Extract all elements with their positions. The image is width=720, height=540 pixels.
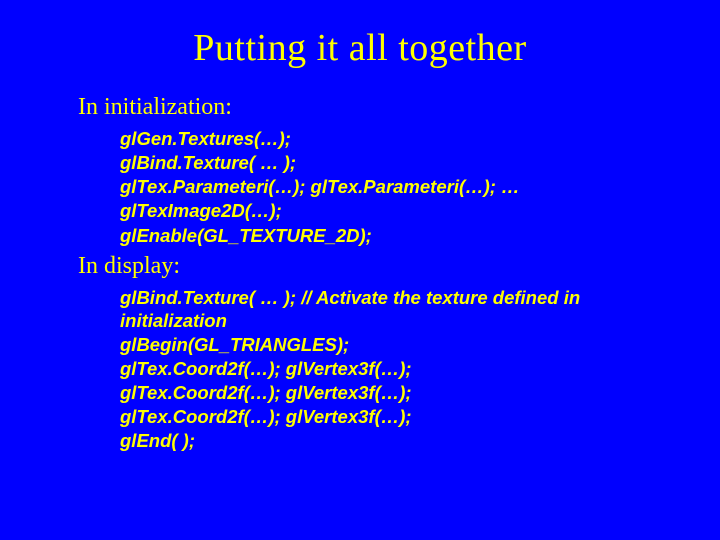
code-line: glTex.Parameteri(…); glTex.Parameteri(…)… (120, 175, 690, 198)
section-initialization: In initialization: (0, 94, 720, 121)
code-line: glBind.Texture( … ); (120, 151, 690, 174)
code-line: glTexImage2D(…); (120, 199, 690, 222)
code-line: glBind.Texture( … ); // Activate the tex… (120, 286, 690, 332)
code-line: glGen.Textures(…); (120, 127, 690, 150)
code-line: glBegin(GL_TRIANGLES); (120, 333, 690, 356)
code-line: glTex.Coord2f(…); glVertex3f(…); (120, 357, 690, 380)
code-line: glEnable(GL_TEXTURE_2D); (120, 224, 690, 247)
code-line: glTex.Coord2f(…); glVertex3f(…); (120, 405, 690, 428)
code-init-block: glGen.Textures(…); glBind.Texture( … ); … (0, 127, 720, 247)
code-line: glEnd( ); (120, 429, 690, 452)
code-line: glTex.Coord2f(…); glVertex3f(…); (120, 381, 690, 404)
slide-title: Putting it all together (0, 0, 720, 88)
section-display: In display: (0, 253, 720, 280)
code-display-block: glBind.Texture( … ); // Activate the tex… (0, 286, 720, 453)
